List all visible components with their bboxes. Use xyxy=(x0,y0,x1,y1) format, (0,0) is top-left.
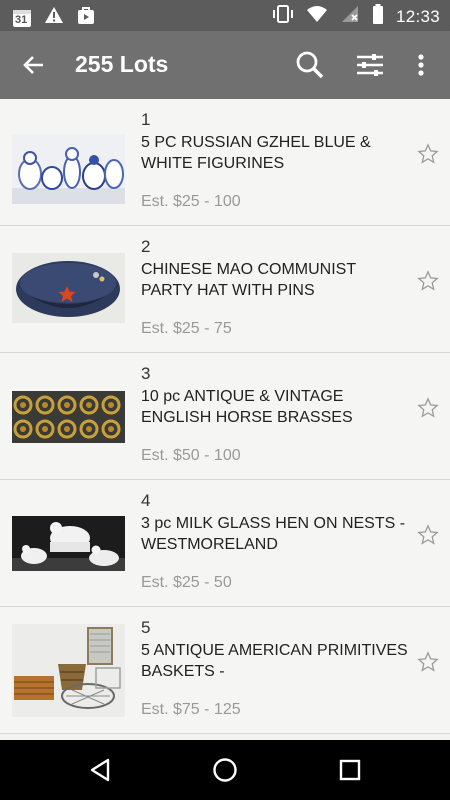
back-arrow-icon[interactable] xyxy=(20,51,48,79)
back-triangle-icon[interactable] xyxy=(86,756,114,784)
lot-title[interactable]: 5 ANTIQUE AMERICAN PRIMITIVES BASKETS - xyxy=(141,640,411,682)
lot-estimate: Est. $50 - 100 xyxy=(141,447,241,464)
lot-estimate: Est. $25 - 75 xyxy=(141,320,232,337)
lot-row[interactable]: 1 5 PC RUSSIAN GZHEL BLUE & WHITE FIGURI… xyxy=(0,99,450,226)
lot-row[interactable]: 2 CHINESE MAO COMMUNIST PARTY HAT WITH P… xyxy=(0,226,450,353)
vibrate-icon xyxy=(272,4,294,29)
figurines-photo[interactable] xyxy=(12,134,125,204)
lot-row[interactable]: 4 3 pc MILK GLASS HEN ON NESTS - WESTMOR… xyxy=(0,480,450,607)
lots-list[interactable]: 1 5 PC RUSSIAN GZHEL BLUE & WHITE FIGURI… xyxy=(0,99,450,740)
status-bar: 31 12:33 xyxy=(0,0,450,31)
page-title: 255 Lots xyxy=(75,51,169,77)
lot-number: 3 xyxy=(141,364,151,383)
app-bar: 255 Lots xyxy=(0,31,450,99)
lot-title[interactable]: 5 PC RUSSIAN GZHEL BLUE & WHITE FIGURINE… xyxy=(141,132,411,174)
baskets-photo[interactable] xyxy=(12,624,125,717)
milk-glass-photo[interactable] xyxy=(12,516,125,571)
hat-photo[interactable] xyxy=(12,253,125,323)
lot-title[interactable]: CHINESE MAO COMMUNIST PARTY HAT WITH PIN… xyxy=(141,259,411,301)
recents-square-icon[interactable] xyxy=(336,756,364,784)
lot-row[interactable]: 5 5 ANTIQUE AMERICAN PRIMITIVES BASKETS … xyxy=(0,607,450,734)
no-signal-icon xyxy=(340,4,360,29)
star-icon[interactable] xyxy=(417,143,439,165)
search-icon[interactable] xyxy=(294,49,326,81)
lot-estimate: Est. $75 - 125 xyxy=(141,701,241,718)
horse-brasses-photo[interactable] xyxy=(12,391,125,443)
clock: 12:33 xyxy=(395,6,440,26)
navigation-bar xyxy=(0,740,450,800)
warning-icon xyxy=(44,5,64,30)
lot-number: 4 xyxy=(141,491,151,510)
star-icon[interactable] xyxy=(417,397,439,419)
lot-title[interactable]: 3 pc MILK GLASS HEN ON NESTS - WESTMOREL… xyxy=(141,513,411,555)
lot-row[interactable]: 3 10 pc ANTIQUE & VINTAGE ENGLISH HORSE … xyxy=(0,353,450,480)
lot-title[interactable]: 10 pc ANTIQUE & VINTAGE ENGLISH HORSE BR… xyxy=(141,386,411,428)
battery-icon xyxy=(372,4,384,29)
lot-number: 2 xyxy=(141,237,151,256)
filter-sliders-icon[interactable] xyxy=(354,49,386,81)
star-icon[interactable] xyxy=(417,270,439,292)
lot-number: 1 xyxy=(141,110,151,129)
star-icon[interactable] xyxy=(417,524,439,546)
calendar-icon: 31 xyxy=(12,8,32,28)
wifi-icon xyxy=(306,4,328,29)
calendar-day: 31 xyxy=(15,13,28,26)
lot-estimate: Est. $25 - 50 xyxy=(141,574,232,591)
lot-estimate: Est. $25 - 100 xyxy=(141,193,241,210)
star-icon[interactable] xyxy=(417,651,439,673)
lot-number: 5 xyxy=(141,618,151,637)
more-options-icon[interactable] xyxy=(408,49,434,81)
home-circle-icon[interactable] xyxy=(211,756,239,784)
shopping-bag-icon xyxy=(76,5,96,30)
